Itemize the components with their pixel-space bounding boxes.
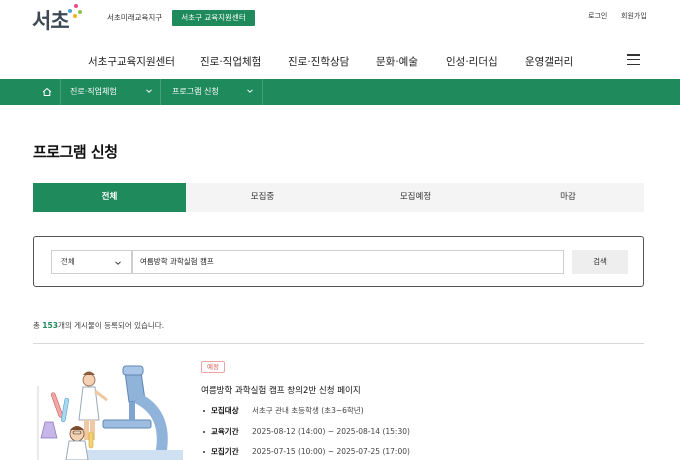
result-count-prefix: 총 — [33, 321, 43, 330]
divider — [262, 79, 263, 105]
search-input[interactable]: 여름방학 과학실험 캠프 — [132, 250, 564, 274]
bullet-icon — [203, 410, 205, 412]
chevron-down-icon — [115, 261, 121, 265]
home-icon[interactable] — [40, 85, 54, 99]
tab-upcoming[interactable]: 모집예정 — [339, 183, 492, 212]
nav-item[interactable]: 서초구교육지원센터 — [88, 54, 175, 69]
result-count-suffix: 개의 게시물이 등록되어 있습니다. — [57, 321, 165, 330]
tab-recruiting[interactable]: 모집중 — [186, 183, 339, 212]
breadcrumb: 진로·직업체험 프로그램 신청 — [0, 79, 680, 105]
status-badge: 예정 — [201, 361, 225, 373]
meta-row: 모집기간 2025-07-15 (10:00) ~ 2025-07-25 (17:… — [203, 446, 410, 457]
chevron-down-icon[interactable] — [246, 87, 254, 95]
page-title: 프로그램 신청 — [33, 143, 118, 161]
nav-item[interactable]: 진로·직업체험 — [200, 54, 261, 69]
meta-row: 교육기간 2025-08-12 (14:00) ~ 2025-08-14 (15:… — [203, 426, 410, 437]
search-button[interactable]: 검색 — [572, 250, 628, 274]
meta-label: 모집기간 — [211, 447, 239, 456]
nav-item[interactable]: 운영갤러리 — [525, 54, 573, 69]
result-count: 총 153개의 게시물이 등록되어 있습니다. — [33, 320, 164, 331]
breadcrumb-level2[interactable]: 프로그램 신청 — [172, 86, 219, 97]
meta-value: 2025-08-12 (14:00) ~ 2025-08-14 (15:30) — [252, 427, 410, 436]
bullet-icon — [203, 431, 205, 433]
main-nav: 서초구교육지원센터 진로·직업체험 진로·진학상담 문화·예술 인성·리더십 운… — [0, 48, 680, 74]
divider — [33, 343, 644, 344]
search-panel: 전체 여름방학 과학실험 캠프 검색 — [33, 236, 644, 287]
status-tabs: 전체 모집중 모집예정 마감 — [33, 183, 644, 212]
logo[interactable]: 서초 — [32, 5, 70, 35]
divider — [160, 79, 161, 105]
nav-item[interactable]: 문화·예술 — [376, 54, 418, 69]
result-count-number: 153 — [42, 321, 58, 330]
meta-label: 모집대상 — [211, 406, 239, 415]
divider — [60, 79, 61, 105]
site-link[interactable]: 서초미래교육지구 — [107, 12, 162, 23]
program-thumbnail[interactable] — [33, 358, 183, 460]
nav-item[interactable]: 인성·리더십 — [446, 54, 498, 69]
meta-value: 2025-07-15 (10:00) ~ 2025-07-25 (17:00) — [252, 447, 410, 456]
bullet-icon — [203, 451, 205, 453]
chevron-down-icon[interactable] — [145, 87, 153, 95]
meta-value: 서초구 관내 초등학생 (초3~6학년) — [252, 406, 364, 415]
center-button[interactable]: 서초구 교육지원센터 — [172, 10, 255, 26]
logo-dots-icon — [68, 4, 82, 18]
category-select-value: 전체 — [61, 257, 75, 266]
meta-row: 모집대상 서초구 관내 초등학생 (초3~6학년) — [203, 405, 364, 416]
post-title[interactable]: 여름방학 과학실험 캠프 창의2반 신청 페이지 — [201, 384, 361, 396]
meta-label: 교육기간 — [211, 427, 239, 436]
login-link[interactable]: 로그인 — [588, 11, 607, 21]
tab-closed[interactable]: 마감 — [492, 183, 644, 212]
nav-item[interactable]: 진로·진학상담 — [288, 54, 349, 69]
menu-icon[interactable] — [627, 54, 640, 66]
top-header: 서초 서초미래교육지구 서초구 교육지원센터 로그인 회원가입 — [0, 0, 680, 38]
breadcrumb-level1[interactable]: 진로·직업체험 — [70, 86, 117, 97]
tab-all[interactable]: 전체 — [33, 183, 186, 212]
signup-link[interactable]: 회원가입 — [621, 11, 647, 21]
category-select[interactable]: 전체 — [51, 250, 132, 274]
